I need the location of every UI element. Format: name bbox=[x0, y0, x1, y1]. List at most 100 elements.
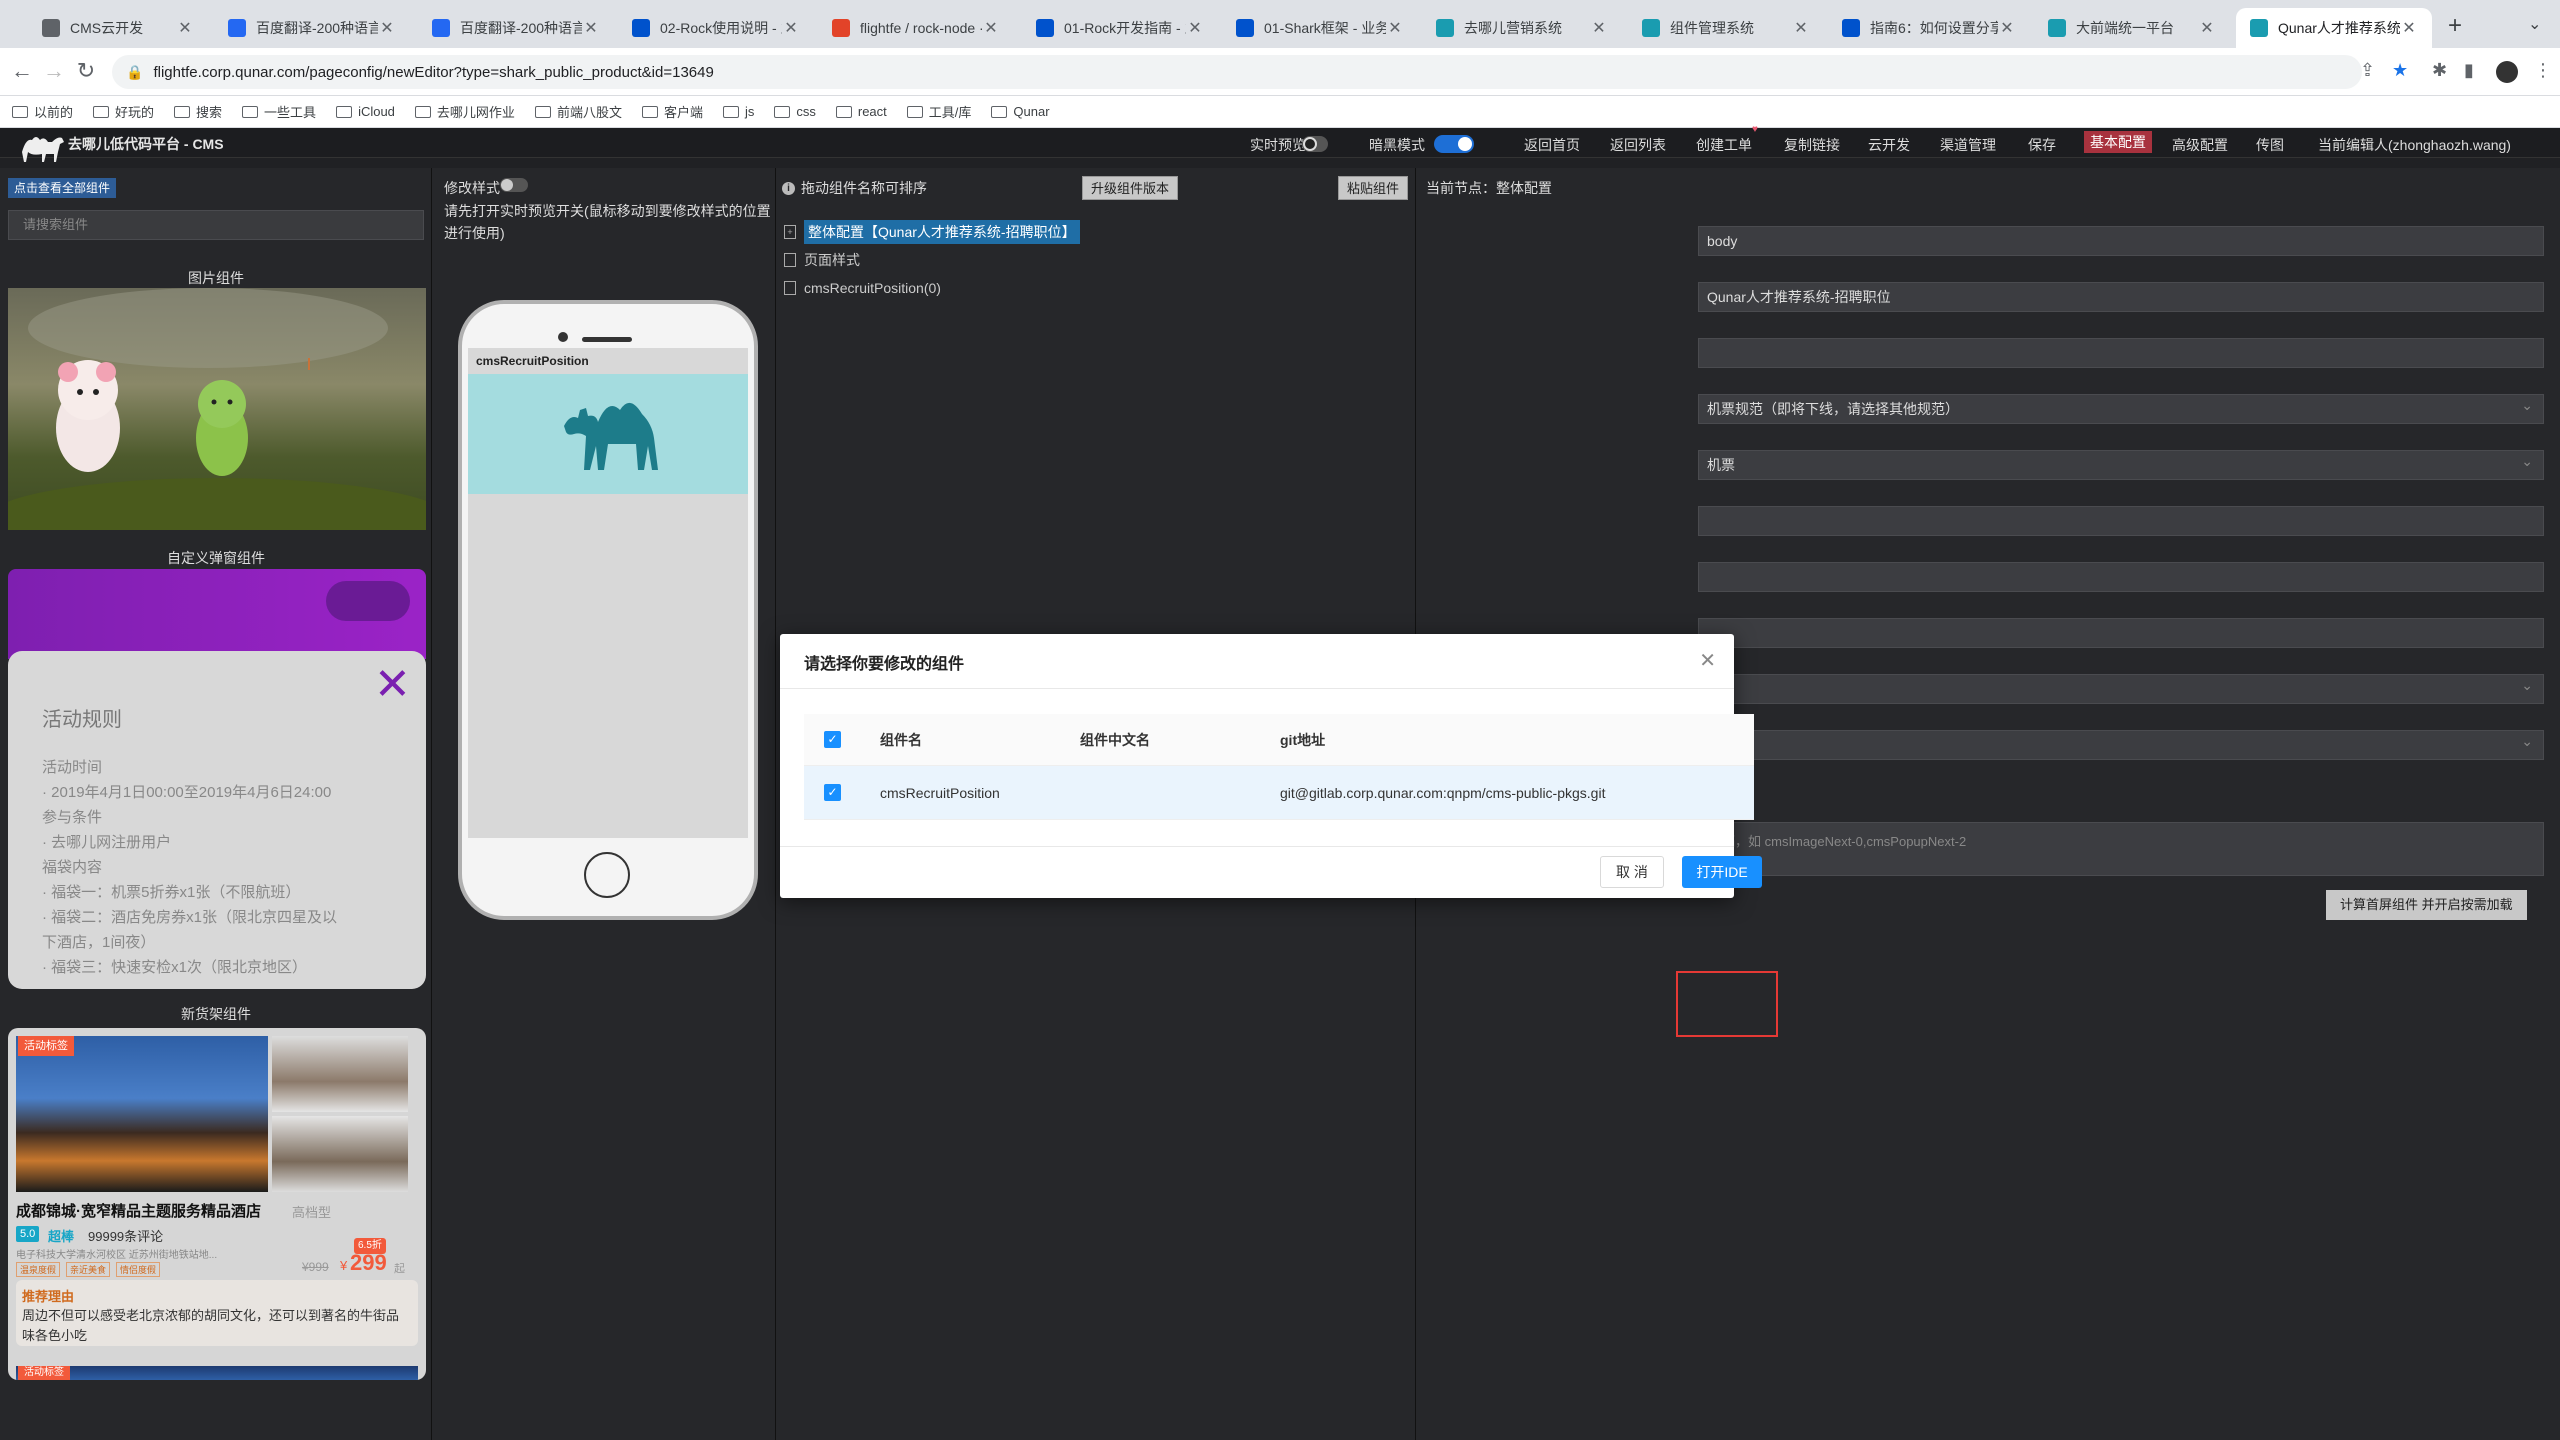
browser-tab[interactable]: 指南6：如何设置分享信息✕ bbox=[1828, 8, 2030, 48]
browser-tab[interactable]: 百度翻译-200种语言互译✕ bbox=[214, 8, 410, 48]
browser-tab[interactable]: 01-Rock开发指南 - 业务✕ bbox=[1022, 8, 1218, 48]
tab-search-icon[interactable]: ⌄ bbox=[2528, 14, 2541, 34]
url-text: flightfe.corp.qunar.com/pageconfig/newEd… bbox=[153, 63, 714, 81]
close-tab-icon[interactable]: ✕ bbox=[1998, 18, 2016, 38]
bookmark-label: react bbox=[857, 104, 887, 119]
close-tab-icon[interactable]: ✕ bbox=[782, 18, 800, 38]
url-input[interactable]: 🔒 flightfe.corp.qunar.com/pageconfig/new… bbox=[112, 55, 2362, 89]
baidu-translate-icon bbox=[228, 19, 246, 37]
browser-tab[interactable]: Qunar人才推荐系统-招聘✕ bbox=[2236, 8, 2432, 48]
modal-title: 请选择你要修改的组件 bbox=[804, 656, 965, 673]
column-header: git地址 bbox=[1280, 731, 1326, 748]
tab-title: 大前端统一平台 bbox=[2076, 20, 2174, 36]
close-tab-icon[interactable]: ✕ bbox=[1590, 18, 1608, 38]
back-icon[interactable]: ← bbox=[8, 58, 36, 84]
browser-tab-bar: CMS云开发✕百度翻译-200种语言互译✕百度翻译-200种语言互译✕02-Ro… bbox=[0, 0, 2560, 48]
folder-icon bbox=[906, 105, 923, 118]
bookmark-folder[interactable]: 前端八股文 bbox=[534, 102, 622, 121]
divider bbox=[780, 688, 1734, 689]
bookmark-label: 好玩的 bbox=[115, 105, 155, 120]
bookmark-folder[interactable]: js bbox=[722, 104, 755, 119]
bookmark-folder[interactable]: Qunar bbox=[991, 104, 1050, 119]
qunar-icon bbox=[1436, 19, 1454, 37]
bookmark-label: js bbox=[744, 104, 755, 119]
folder-icon bbox=[12, 105, 28, 118]
new-tab-button[interactable]: + bbox=[2448, 12, 2462, 40]
tab-title: 指南6：如何设置分享信息 bbox=[1870, 20, 1998, 36]
bookmark-label: 搜索 bbox=[196, 105, 223, 120]
folder-icon bbox=[641, 105, 658, 118]
folder-icon bbox=[242, 105, 259, 118]
cancel-button[interactable]: 取 消 bbox=[1600, 856, 1664, 888]
select-component-modal: 请选择你要修改的组件 ✕ ✓ 组件名 组件中文名 git地址 ✓ cmsRecr… bbox=[780, 634, 1762, 898]
bookmark-label: 工具/库 bbox=[928, 105, 972, 120]
forward-icon[interactable]: → bbox=[40, 58, 68, 84]
close-tab-icon[interactable]: ✕ bbox=[1792, 18, 1810, 38]
share-icon[interactable]: ⇪ bbox=[2360, 60, 2375, 81]
tab-title: 百度翻译-200种语言互译 bbox=[460, 20, 582, 36]
folder-icon bbox=[774, 105, 791, 118]
column-header: 组件名 bbox=[880, 731, 922, 748]
folder-icon bbox=[93, 105, 110, 118]
select-all-checkbox[interactable]: ✓ bbox=[824, 731, 841, 748]
folder-icon bbox=[722, 105, 739, 118]
bookmark-folder[interactable]: 客户端 bbox=[641, 102, 703, 121]
component-name-cell: cmsRecruitPosition bbox=[880, 784, 1000, 801]
bookmark-folder[interactable]: 一些工具 bbox=[242, 102, 316, 121]
bookmark-folder[interactable]: 好玩的 bbox=[93, 102, 154, 121]
close-tab-icon[interactable]: ✕ bbox=[582, 18, 600, 38]
browser-tab[interactable]: 02-Rock使用说明 - 业务✕ bbox=[618, 8, 814, 48]
browser-tab[interactable]: 01-Shark框架 - 业务研发✕ bbox=[1222, 8, 1418, 48]
table-row[interactable]: ✓ cmsRecruitPosition git@gitlab.corp.qun… bbox=[804, 766, 1754, 820]
highlight-box bbox=[1676, 971, 1778, 1037]
bookmark-folder[interactable]: react bbox=[835, 104, 887, 119]
bookmark-label: 一些工具 bbox=[264, 105, 317, 120]
folder-icon bbox=[835, 105, 852, 118]
bookmark-folder[interactable]: 工具/库 bbox=[906, 102, 972, 121]
profile-avatar[interactable] bbox=[2496, 61, 2518, 83]
bookmark-label: Qunar bbox=[1013, 104, 1050, 119]
close-tab-icon[interactable]: ✕ bbox=[2198, 18, 2216, 38]
close-icon[interactable]: ✕ bbox=[1699, 648, 1716, 673]
close-tab-icon[interactable]: ✕ bbox=[378, 18, 396, 38]
bookmark-folder[interactable]: css bbox=[774, 104, 816, 119]
browser-tab[interactable]: flightfe / rock-node · Git✕ bbox=[818, 8, 1014, 48]
bookmark-folder[interactable]: 搜索 bbox=[174, 102, 222, 121]
tab-title: 去哪儿营销系统 bbox=[1464, 20, 1562, 36]
bookmark-label: 客户端 bbox=[663, 105, 703, 120]
bookmark-folder[interactable]: 以前的 bbox=[12, 102, 73, 121]
open-ide-button[interactable]: 打开IDE bbox=[1682, 856, 1762, 888]
close-tab-icon[interactable]: ✕ bbox=[1186, 18, 1204, 38]
extensions-icon[interactable]: ✱ bbox=[2432, 60, 2447, 81]
browser-tab[interactable]: CMS云开发 ✕ bbox=[28, 8, 208, 48]
tab-title: 01-Rock开发指南 - 业务 bbox=[1064, 20, 1186, 36]
tab-title: 02-Rock使用说明 - 业务 bbox=[660, 20, 782, 36]
cms-app: 去哪儿低代码平台 - CMS 实时预览 暗黑模式 返回首页 返回列表 创建工单 ♥ 复制… bbox=[0, 124, 2560, 1440]
folder-icon bbox=[414, 105, 431, 118]
confluence-icon bbox=[1036, 19, 1054, 37]
close-tab-icon[interactable]: ✕ bbox=[982, 18, 1000, 38]
close-tab-icon[interactable]: ✕ bbox=[2400, 18, 2418, 38]
qunar-icon bbox=[1642, 19, 1660, 37]
bookmarks-bar: 以前的 好玩的 搜索 一些工具 iCloud 去哪儿网作业 前端八股文 客户端 js css rea… bbox=[0, 96, 2560, 128]
browser-menu-icon[interactable]: ⋮ bbox=[2534, 60, 2552, 81]
close-tab-icon[interactable]: ✕ bbox=[176, 18, 194, 38]
confluence-icon bbox=[1236, 19, 1254, 37]
sidepanel-icon[interactable]: ▮ bbox=[2464, 60, 2474, 81]
browser-tab[interactable]: 百度翻译-200种语言互译✕ bbox=[418, 8, 614, 48]
bookmark-folder[interactable]: iCloud bbox=[336, 104, 395, 119]
close-tab-icon[interactable]: ✕ bbox=[1386, 18, 1404, 38]
bookmark-star-icon[interactable]: ★ bbox=[2392, 60, 2408, 81]
lock-icon: 🔒 bbox=[126, 63, 144, 80]
tab-title: flightfe / rock-node · Git bbox=[860, 20, 982, 36]
bookmark-folder[interactable]: 去哪儿网作业 bbox=[414, 102, 515, 121]
browser-tab[interactable]: 组件管理系统 ✕ bbox=[1628, 8, 1824, 48]
row-checkbox[interactable]: ✓ bbox=[824, 784, 841, 801]
browser-tab[interactable]: 大前端统一平台 ✕ bbox=[2034, 8, 2230, 48]
tab-title: 01-Shark框架 - 业务研发 bbox=[1264, 20, 1386, 36]
tab-title: CMS云开发 bbox=[70, 20, 144, 36]
browser-tab[interactable]: 去哪儿营销系统 ✕ bbox=[1422, 8, 1622, 48]
reload-icon[interactable]: ↻ bbox=[72, 58, 100, 84]
bookmark-label: 去哪儿网作业 bbox=[436, 105, 515, 120]
modal-overlay: 请选择你要修改的组件 ✕ ✓ 组件名 组件中文名 git地址 ✓ cmsRecr… bbox=[0, 128, 2560, 1440]
